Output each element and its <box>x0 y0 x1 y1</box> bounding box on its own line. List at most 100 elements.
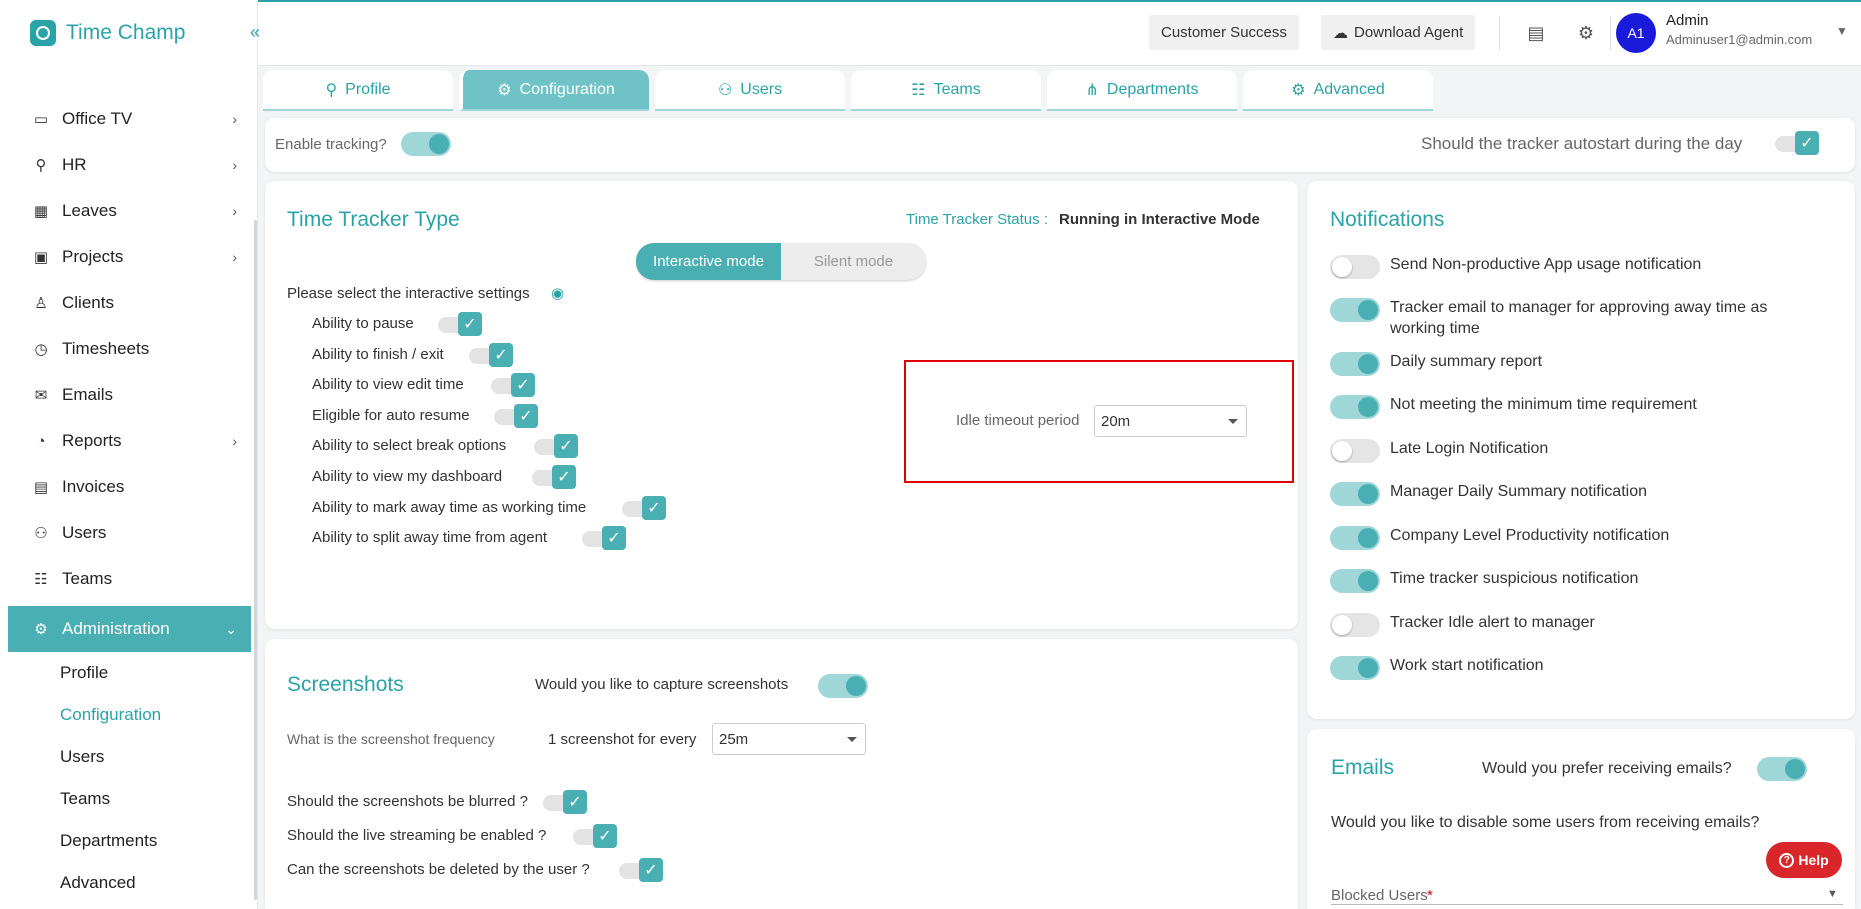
setting-away-time-checkbox[interactable] <box>622 496 666 520</box>
customer-success-button[interactable]: Customer Success <box>1149 15 1299 50</box>
sidebar-item-timesheets[interactable]: ◷ Timesheets <box>8 326 251 372</box>
config-tabs: ⚲ Profile ⚙ Configuration ⚇ Users ☷ Teams ⋔ D… <box>263 70 1433 112</box>
notification-toggle[interactable] <box>1330 656 1380 680</box>
settings-gear-icon[interactable]: ⚙ <box>1575 22 1597 44</box>
calendar-icon: ▦ <box>33 203 49 220</box>
sidebar-scrollbar[interactable] <box>254 220 257 900</box>
sidebar-item-users[interactable]: ⚇ Users <box>8 510 251 556</box>
double-chevron-left-icon[interactable]: « <box>250 22 260 43</box>
sidebar-sub-departments[interactable]: Departments <box>8 820 251 862</box>
notification-item: Not meeting the minimum time requirement <box>1330 394 1800 419</box>
required-mark: * <box>1427 887 1433 904</box>
notification-toggle[interactable] <box>1330 352 1380 376</box>
notification-toggle[interactable] <box>1330 613 1380 637</box>
tab-users[interactable]: ⚇ Users <box>655 70 845 111</box>
notification-toggle[interactable] <box>1330 395 1380 419</box>
user-name: Admin <box>1666 12 1709 29</box>
live-streaming-checkbox[interactable] <box>573 824 617 848</box>
sidebar-item-teams[interactable]: ☷ Teams <box>8 556 251 602</box>
teams-icon: ☷ <box>34 571 48 588</box>
setting-away-time-label: Ability to mark away time as working tim… <box>312 499 587 516</box>
sidebar-item-invoices[interactable]: ▤ Invoices <box>8 464 251 510</box>
setting-finish-label: Ability to finish / exit <box>312 346 444 363</box>
emails-title: Emails <box>1331 756 1395 779</box>
notification-toggle[interactable] <box>1330 569 1380 593</box>
gear-icon: ⚙ <box>34 621 48 638</box>
notification-toggle[interactable] <box>1330 255 1380 279</box>
setting-pause-checkbox[interactable] <box>438 312 482 336</box>
notification-toggle[interactable] <box>1330 526 1380 550</box>
tab-advanced[interactable]: ⚙ Advanced <box>1243 70 1433 111</box>
setting-finish-checkbox[interactable] <box>469 343 513 367</box>
document-icon[interactable]: ▤ <box>1525 22 1547 44</box>
notification-item: Time tracker suspicious notification <box>1330 568 1800 593</box>
sidebar-item-office-tv[interactable]: ▭ Office TV › <box>8 96 251 142</box>
cloud-download-icon: ☁ <box>1333 24 1348 42</box>
tab-departments[interactable]: ⋔ Departments <box>1047 70 1237 111</box>
sidebar-item-projects[interactable]: ▣ Projects › <box>8 234 251 280</box>
interactive-settings-label: Please select the interactive settings <box>287 285 530 302</box>
sidebar-item-administration[interactable]: ⚙ Administration ⌄ <box>8 606 251 652</box>
emails-card: Emails Would you prefer receiving emails… <box>1307 729 1855 909</box>
notification-item: Tracker Idle alert to manager <box>1330 612 1800 637</box>
sidebar-sub-advanced[interactable]: Advanced <box>8 862 251 904</box>
eye-icon[interactable]: ◉ <box>551 284 564 302</box>
blur-screenshots-checkbox[interactable] <box>543 790 587 814</box>
notification-toggle[interactable] <box>1330 482 1380 506</box>
person-icon: ⚲ <box>325 81 338 99</box>
sidebar-item-clients[interactable]: ♙ Clients <box>8 280 251 326</box>
chevron-right-icon: › <box>232 111 237 127</box>
capture-screenshots-toggle[interactable] <box>818 674 868 698</box>
blocked-users-select[interactable]: Blocked Users * ▼ <box>1331 879 1843 905</box>
download-agent-button[interactable]: ☁ Download Agent <box>1321 15 1476 50</box>
tracker-status-label: Time Tracker Status : <box>906 211 1048 228</box>
app-logo[interactable]: Time Champ <box>30 20 185 46</box>
help-button[interactable]: ? Help <box>1766 842 1842 878</box>
setting-edit-time-checkbox[interactable] <box>491 373 535 397</box>
sidebar-sub-profile[interactable]: Profile <box>8 652 251 694</box>
setting-edit-time-label: Ability to view edit time <box>312 376 464 393</box>
silent-mode-button[interactable]: Silent mode <box>781 243 926 280</box>
setting-auto-resume-checkbox[interactable] <box>494 404 538 428</box>
setting-dashboard-checkbox[interactable] <box>532 465 576 489</box>
tab-profile[interactable]: ⚲ Profile <box>263 70 453 111</box>
users-icon: ⚇ <box>717 81 733 99</box>
capture-screenshots-label: Would you like to capture screenshots <box>535 676 789 693</box>
screenshots-title: Screenshots <box>287 673 404 696</box>
setting-break-checkbox[interactable] <box>534 434 578 458</box>
prefer-emails-toggle[interactable] <box>1757 757 1807 781</box>
sidebar-sub-users[interactable]: Users <box>8 736 251 778</box>
sidebar-item-emails[interactable]: ✉ Emails <box>8 372 251 418</box>
setting-dashboard-label: Ability to view my dashboard <box>312 468 503 485</box>
chevron-right-icon: › <box>232 249 237 265</box>
tab-teams[interactable]: ☷ Teams <box>851 70 1041 111</box>
caret-down-icon[interactable]: ▼ <box>1836 24 1848 38</box>
alarm-icon: ◷ <box>34 341 48 358</box>
sidebar-sub-teams[interactable]: Teams <box>8 778 251 820</box>
screenshot-frequency-select[interactable]: 25m <box>712 723 866 755</box>
sidebar-item-reports[interactable]: ◔ Reports › <box>8 418 251 464</box>
tracking-card: Enable tracking? Should the tracker auto… <box>265 118 1855 172</box>
notification-item: Company Level Productivity notification <box>1330 525 1800 550</box>
app-name: Time Champ <box>66 21 186 44</box>
teams-icon: ☷ <box>911 81 926 99</box>
tab-configuration[interactable]: ⚙ Configuration <box>459 70 649 111</box>
notification-toggle[interactable] <box>1330 439 1380 463</box>
screenshot-frequency-label: What is the screenshot frequency <box>287 731 495 747</box>
delete-screenshots-checkbox[interactable] <box>619 858 663 882</box>
header-divider <box>1610 16 1611 50</box>
tracker-type-title: Time Tracker Type <box>287 208 460 231</box>
autostart-checkbox[interactable] <box>1775 131 1819 155</box>
setting-split-away-label: Ability to split away time from agent <box>312 529 548 546</box>
notification-toggle[interactable] <box>1330 298 1380 322</box>
enable-tracking-toggle[interactable] <box>401 132 451 156</box>
sidebar-item-hr[interactable]: ⚲ HR › <box>8 142 251 188</box>
avatar[interactable]: A1 <box>1616 13 1656 53</box>
interactive-mode-button[interactable]: Interactive mode <box>636 243 781 280</box>
setting-split-away-checkbox[interactable] <box>582 526 626 550</box>
setting-break-label: Ability to select break options <box>312 437 507 454</box>
sidebar-sub-configuration[interactable]: Configuration <box>8 694 251 736</box>
notifications-title: Notifications <box>1330 208 1445 231</box>
sidebar-item-leaves[interactable]: ▦ Leaves › <box>8 188 251 234</box>
header-accent-line <box>258 0 1861 2</box>
